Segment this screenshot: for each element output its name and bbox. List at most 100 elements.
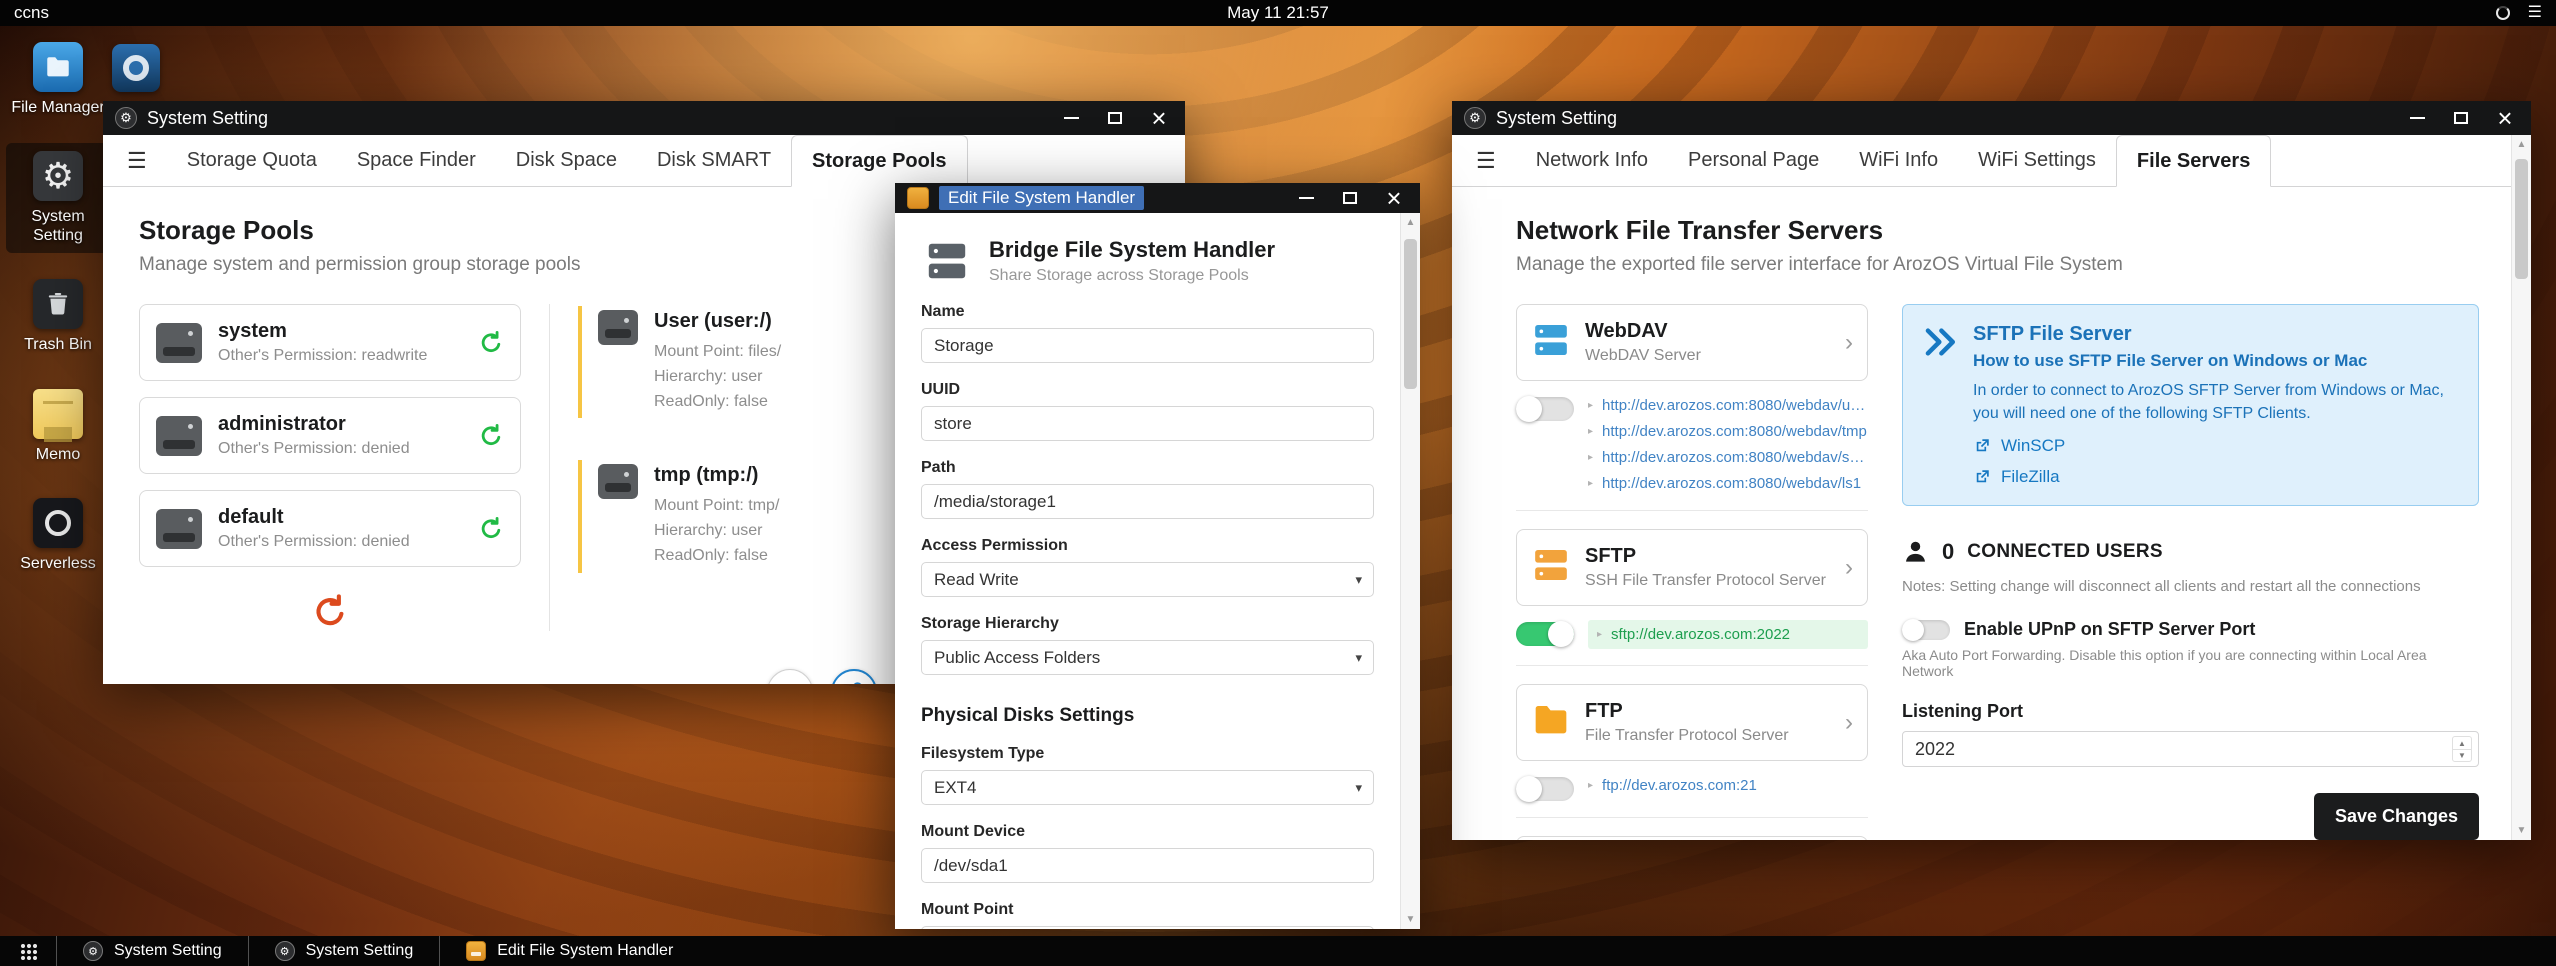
edit-handler-form: Bridge File System Handler Share Storage… [895, 213, 1420, 929]
sync-pool-icon[interactable] [478, 516, 504, 542]
tab-wifi-settings[interactable]: WiFi Settings [1958, 135, 2116, 186]
desktop-icon-app[interactable] [112, 44, 160, 92]
scroll-up-icon[interactable]: ▲ [1406, 217, 1416, 228]
storage-hierarchy-select[interactable]: Public Access Folders ▾ [921, 640, 1374, 675]
chevron-right-icon[interactable]: › [1845, 555, 1853, 580]
scrollbar-thumb[interactable] [2515, 159, 2528, 279]
ftp-url-link[interactable]: ftp://dev.arozos.com:21 [1602, 777, 1757, 794]
settings-tab-bar: ☰ Storage Quota Space Finder Disk Space … [103, 135, 1185, 187]
desktop-icon-file-manager[interactable]: File Manager [6, 34, 110, 125]
tab-disk-space[interactable]: Disk Space [496, 135, 637, 186]
storage-pool-card-system[interactable]: system Other's Permission: readwrite [139, 304, 521, 381]
filezilla-link[interactable]: FileZilla [1973, 467, 2458, 487]
path-input[interactable] [921, 484, 1374, 519]
winscp-link[interactable]: WinSCP [1973, 436, 2458, 456]
pool-name: administrator [218, 413, 346, 435]
chevron-right-icon[interactable]: › [1845, 330, 1853, 355]
minimize-button[interactable] [1298, 196, 1314, 199]
window-scrollbar[interactable]: ▲ ▼ [1400, 213, 1420, 929]
mount-readonly: ReadOnly: false [654, 392, 768, 410]
task-edit-file-system-handler[interactable]: Edit File System Handler [439, 936, 699, 966]
maximize-button[interactable] [2453, 111, 2469, 124]
save-changes-button[interactable]: Save Changes [2313, 793, 2479, 840]
sync-pool-icon[interactable] [478, 330, 504, 356]
tab-network-info[interactable]: Network Info [1516, 135, 1668, 186]
desktop-icon-serverless[interactable]: Serverless [6, 490, 110, 581]
storage-hierarchy-label: Storage Hierarchy [921, 615, 1059, 632]
window-titlebar[interactable]: ⚙ System Setting × [103, 101, 1185, 135]
listening-port-input[interactable] [1902, 731, 2479, 768]
sftp-toggle[interactable] [1516, 621, 1574, 647]
webdav-url-link[interactable]: http://dev.arozos.com:8080/webdav/store [1602, 449, 1868, 466]
webdav-url-link[interactable]: http://dev.arozos.com:8080/webdav/user [1602, 397, 1868, 414]
app-launcher-button[interactable] [0, 936, 56, 966]
ftp-toggle[interactable] [1516, 776, 1574, 802]
menu-icon[interactable]: ☰ [127, 148, 147, 174]
tab-storage-pools[interactable]: Storage Pools [791, 135, 968, 187]
chevron-right-icon[interactable]: › [1845, 710, 1853, 735]
sftp-server-icon [1531, 545, 1571, 585]
uuid-input[interactable] [921, 406, 1374, 441]
system-setting-app-icon: ⚙ [115, 107, 137, 129]
close-button[interactable]: × [1151, 105, 1167, 131]
sftp-url-link[interactable]: sftp://dev.arozos.com:2022 [1611, 626, 1790, 643]
webdav-link-row: ▸ http://dev.arozos.com:8080/webdav/user [1588, 395, 1868, 416]
number-spinner[interactable]: ▲ ▼ [2452, 736, 2472, 763]
window-scrollbar[interactable]: ▲ ▼ [2511, 135, 2531, 840]
mount-point-input[interactable] [921, 926, 1374, 929]
maximize-button[interactable] [1342, 191, 1358, 204]
webdav-url-link[interactable]: http://dev.arozos.com:8080/webdav/ls1 [1602, 475, 1861, 492]
upnp-toggle[interactable] [1902, 618, 1950, 641]
desktop-icon-system-setting[interactable]: ⚙ System Setting [6, 143, 110, 254]
link-handler-button[interactable] [831, 669, 877, 684]
tab-space-finder[interactable]: Space Finder [337, 135, 496, 186]
name-label: Name [921, 303, 965, 320]
name-input[interactable] [921, 328, 1374, 363]
maximize-button[interactable] [1107, 111, 1123, 124]
access-permission-select[interactable]: Read Write ▾ [921, 562, 1374, 597]
server-card-directory[interactable]: Directory Server Web file viewer for leg… [1516, 836, 1868, 840]
webdav-url-link[interactable]: http://dev.arozos.com:8080/webdav/tmp [1602, 423, 1867, 440]
desktop-icon-trash-bin[interactable]: Trash Bin [6, 271, 110, 362]
tab-disk-smart[interactable]: Disk SMART [637, 135, 791, 186]
server-card-webdav[interactable]: WebDAV WebDAV Server › [1516, 304, 1868, 381]
bullet-icon: ▸ [1588, 780, 1594, 791]
storage-pool-card-default[interactable]: default Other's Permission: denied [139, 490, 521, 567]
scrollbar-thumb[interactable] [1404, 239, 1417, 389]
window-titlebar[interactable]: Edit File System Handler × [895, 183, 1420, 213]
system-setting-app-icon: ⚙ [1464, 107, 1486, 129]
task-system-setting-2[interactable]: ⚙ System Setting [247, 936, 440, 966]
filesystem-type-select[interactable]: EXT4 ▾ [921, 770, 1374, 805]
server-card-sftp[interactable]: SFTP SSH File Transfer Protocol Server › [1516, 529, 1868, 606]
scroll-down-icon[interactable]: ▼ [1406, 914, 1416, 925]
storage-pool-card-administrator[interactable]: administrator Other's Permission: denied [139, 397, 521, 474]
tab-personal-page[interactable]: Personal Page [1668, 135, 1839, 186]
minimize-button[interactable] [1063, 116, 1079, 119]
mount-device-input[interactable] [921, 848, 1374, 883]
window-titlebar[interactable]: ⚙ System Setting × [1452, 101, 2531, 135]
tab-file-servers[interactable]: File Servers [2115, 135, 2272, 187]
topbar-menu-icon[interactable]: ☰ [2528, 5, 2542, 21]
webdav-toggle[interactable] [1516, 396, 1574, 422]
add-handler-button[interactable]: + [767, 669, 813, 684]
disk-icon [156, 415, 202, 456]
close-button[interactable]: × [2497, 105, 2513, 131]
minimize-button[interactable] [2409, 116, 2425, 119]
disc-icon [123, 55, 149, 81]
scroll-up-icon[interactable]: ▲ [2517, 139, 2527, 150]
task-system-setting-1[interactable]: ⚙ System Setting [56, 936, 248, 966]
memo-icon [33, 388, 83, 439]
close-button[interactable]: × [1386, 185, 1402, 211]
desktop-icon-memo[interactable]: Memo [6, 381, 110, 472]
access-permission-label: Access Permission [921, 537, 1068, 554]
menu-icon[interactable]: ☰ [1476, 148, 1496, 174]
scroll-down-icon[interactable]: ▼ [2517, 825, 2527, 836]
tab-storage-quota[interactable]: Storage Quota [167, 135, 337, 186]
spinner-down-icon[interactable]: ▼ [2453, 748, 2471, 762]
reload-pools-icon[interactable] [311, 593, 349, 631]
tab-wifi-info[interactable]: WiFi Info [1839, 135, 1958, 186]
server-card-ftp[interactable]: FTP File Transfer Protocol Server › [1516, 684, 1868, 761]
gear-glyph: ⚙ [279, 945, 290, 958]
spinner-up-icon[interactable]: ▲ [2453, 737, 2471, 749]
sync-pool-icon[interactable] [478, 423, 504, 449]
